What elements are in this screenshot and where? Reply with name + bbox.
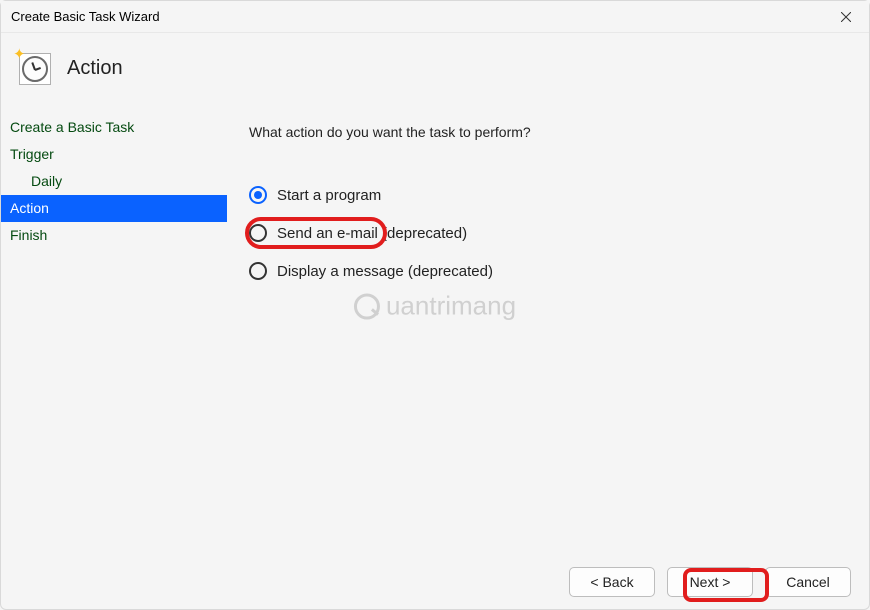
next-button[interactable]: Next >: [667, 567, 753, 597]
sidebar-item-action[interactable]: Action: [1, 195, 227, 222]
sidebar-item-create-task[interactable]: Create a Basic Task: [1, 114, 227, 141]
scheduler-icon: ✦: [19, 53, 51, 85]
close-icon: [841, 12, 851, 22]
window-title: Create Basic Task Wizard: [11, 9, 160, 24]
content-pane: What action do you want the task to perf…: [227, 108, 869, 555]
titlebar: Create Basic Task Wizard: [1, 1, 869, 33]
option-label: Start a program: [277, 187, 381, 204]
sidebar: Create a Basic Task Trigger Daily Action…: [1, 108, 227, 555]
action-options: Start a program Send an e-mail (deprecat…: [245, 182, 851, 284]
option-send-email[interactable]: Send an e-mail (deprecated): [249, 220, 851, 246]
cancel-button[interactable]: Cancel: [765, 567, 851, 597]
sidebar-item-finish[interactable]: Finish: [1, 222, 227, 249]
option-display-message[interactable]: Display a message (deprecated): [249, 258, 851, 284]
option-label: Send an e-mail (deprecated): [277, 225, 467, 242]
radio-icon: [249, 186, 267, 204]
close-button[interactable]: [823, 1, 869, 33]
radio-icon: [249, 224, 267, 242]
radio-icon: [249, 262, 267, 280]
back-button[interactable]: < Back: [569, 567, 655, 597]
prompt-text: What action do you want the task to perf…: [245, 124, 851, 140]
page-title: Action: [67, 57, 123, 80]
option-label: Display a message (deprecated): [277, 263, 493, 280]
page-header: ✦ Action: [1, 33, 869, 108]
sidebar-item-daily[interactable]: Daily: [1, 168, 227, 195]
body: Create a Basic Task Trigger Daily Action…: [1, 108, 869, 555]
sidebar-item-trigger[interactable]: Trigger: [1, 141, 227, 168]
footer: < Back Next > Cancel: [1, 555, 869, 609]
option-start-program[interactable]: Start a program: [249, 182, 851, 208]
